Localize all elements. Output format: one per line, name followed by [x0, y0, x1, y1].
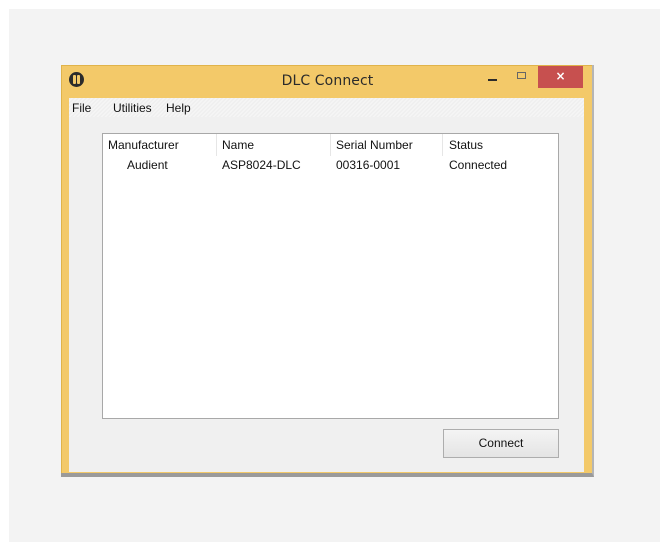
close-icon: × [555, 69, 566, 83]
cell-name: ASP8024-DLC [222, 158, 301, 172]
column-header-manufacturer[interactable]: Manufacturer [108, 138, 179, 152]
menu-file[interactable]: File [72, 101, 91, 115]
dlc-connect-window: DLC Connect × File Utilities Help Manufa… [61, 65, 594, 477]
menu-help[interactable]: Help [166, 101, 191, 115]
cell-serial-number: 00316-0001 [336, 158, 401, 172]
cell-status: Connected [449, 158, 508, 172]
table-row[interactable]: Audient ASP8024-DLC 00316-0001 Connected [103, 158, 558, 174]
column-separator[interactable] [330, 134, 331, 156]
connect-button[interactable]: Connect [443, 429, 559, 458]
maximize-icon [517, 72, 526, 79]
close-button[interactable]: × [538, 66, 583, 88]
client-area: File Utilities Help Manufacturer Name Se… [69, 98, 584, 472]
column-header-name[interactable]: Name [222, 138, 254, 152]
column-header-status[interactable]: Status [449, 138, 483, 152]
minimize-icon [488, 79, 497, 81]
minimize-button[interactable] [481, 66, 507, 88]
column-separator[interactable] [216, 134, 217, 156]
column-separator[interactable] [442, 134, 443, 156]
title-bar[interactable]: DLC Connect × [62, 66, 593, 96]
column-header-serial-number[interactable]: Serial Number [336, 138, 413, 152]
menu-bar: File Utilities Help [69, 98, 584, 117]
menu-utilities[interactable]: Utilities [113, 101, 152, 115]
list-header: Manufacturer Name Serial Number Status [103, 134, 558, 156]
maximize-button[interactable] [509, 66, 535, 88]
cell-manufacturer: Audient [127, 158, 168, 172]
device-list[interactable]: Manufacturer Name Serial Number Status A… [102, 133, 559, 419]
